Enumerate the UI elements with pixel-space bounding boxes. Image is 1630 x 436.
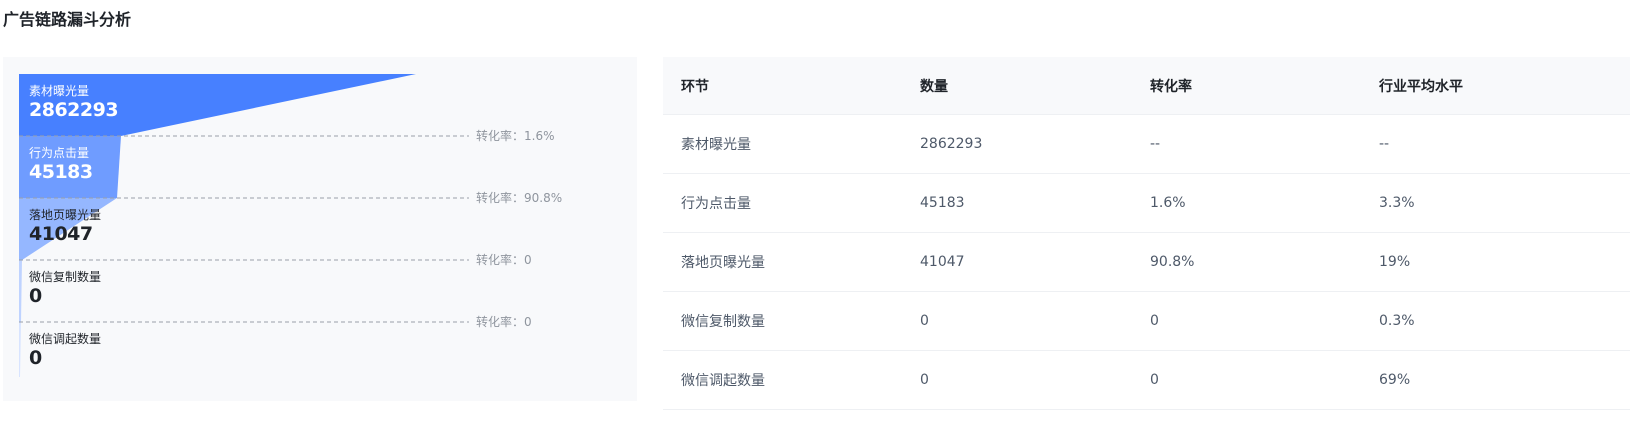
table-row: 素材曝光量 2862293 -- -- xyxy=(663,115,1630,174)
table-cell: 0 xyxy=(920,372,929,388)
table-cell: 90.8% xyxy=(1150,254,1195,270)
table-cell: -- xyxy=(1150,136,1161,152)
table-row: 微信复制数量 0 0 0.3% xyxy=(663,292,1630,351)
table-row: 行为点击量 45183 1.6% 3.3% xyxy=(663,174,1630,233)
funnel-table: 环节 数量 转化率 行业平均水平 素材曝光量 2862293 -- -- 行为点… xyxy=(663,57,1630,410)
table-cell: 落地页曝光量 xyxy=(681,255,765,271)
stage-value: 0 xyxy=(29,347,42,369)
stage-label: 素材曝光量 xyxy=(29,84,90,98)
funnel-chart: 素材曝光量 2862293 行为点击量 45183 落地页曝光量 41047 微… xyxy=(3,57,637,401)
conversion-rate-label: 转化率：90.8% xyxy=(476,191,563,205)
table-cell: 45183 xyxy=(920,195,965,211)
table-cell: 1.6% xyxy=(1150,195,1186,211)
table-row: 落地页曝光量 41047 90.8% 19% xyxy=(663,233,1630,292)
stage-value: 41047 xyxy=(29,223,93,245)
table-cell: 2862293 xyxy=(920,136,983,152)
conversion-rate-label: 转化率：0 xyxy=(476,253,532,267)
table-cell: 41047 xyxy=(920,254,965,270)
table-cell: 微信调起数量 xyxy=(681,373,765,389)
column-header: 行业平均水平 xyxy=(1379,78,1463,95)
table-cell: 素材曝光量 xyxy=(681,137,751,153)
conversion-rate-label: 转化率：0 xyxy=(476,315,532,329)
table-cell: -- xyxy=(1379,136,1390,152)
page-title: 广告链路漏斗分析 xyxy=(3,10,132,29)
column-header: 环节 xyxy=(681,78,709,95)
stage-label: 落地页曝光量 xyxy=(29,208,102,222)
conversion-rate-label: 转化率：1.6% xyxy=(476,129,555,143)
table-cell: 0.3% xyxy=(1379,313,1415,329)
stage-value: 2862293 xyxy=(29,99,119,121)
table-cell: 行为点击量 xyxy=(681,196,751,212)
stage-label: 微信复制数量 xyxy=(29,270,102,284)
column-header: 数量 xyxy=(920,78,948,95)
table-cell: 0 xyxy=(920,313,929,329)
stage-value: 45183 xyxy=(29,161,93,183)
table-cell: 19% xyxy=(1379,254,1411,270)
table-row: 微信调起数量 0 0 69% xyxy=(663,351,1630,410)
stage-value: 0 xyxy=(29,285,42,307)
funnel-stage-5 xyxy=(19,322,21,377)
stage-label: 行为点击量 xyxy=(29,146,90,160)
table-header: 环节 数量 转化率 行业平均水平 xyxy=(663,57,1630,115)
table-cell: 69% xyxy=(1379,372,1411,388)
table-cell: 3.3% xyxy=(1379,195,1415,211)
funnel-stage-4 xyxy=(19,260,22,322)
table-cell: 微信复制数量 xyxy=(681,314,765,330)
table-cell: 0 xyxy=(1150,313,1159,329)
column-header: 转化率 xyxy=(1150,78,1192,95)
table-cell: 0 xyxy=(1150,372,1159,388)
stage-label: 微信调起数量 xyxy=(29,332,102,346)
